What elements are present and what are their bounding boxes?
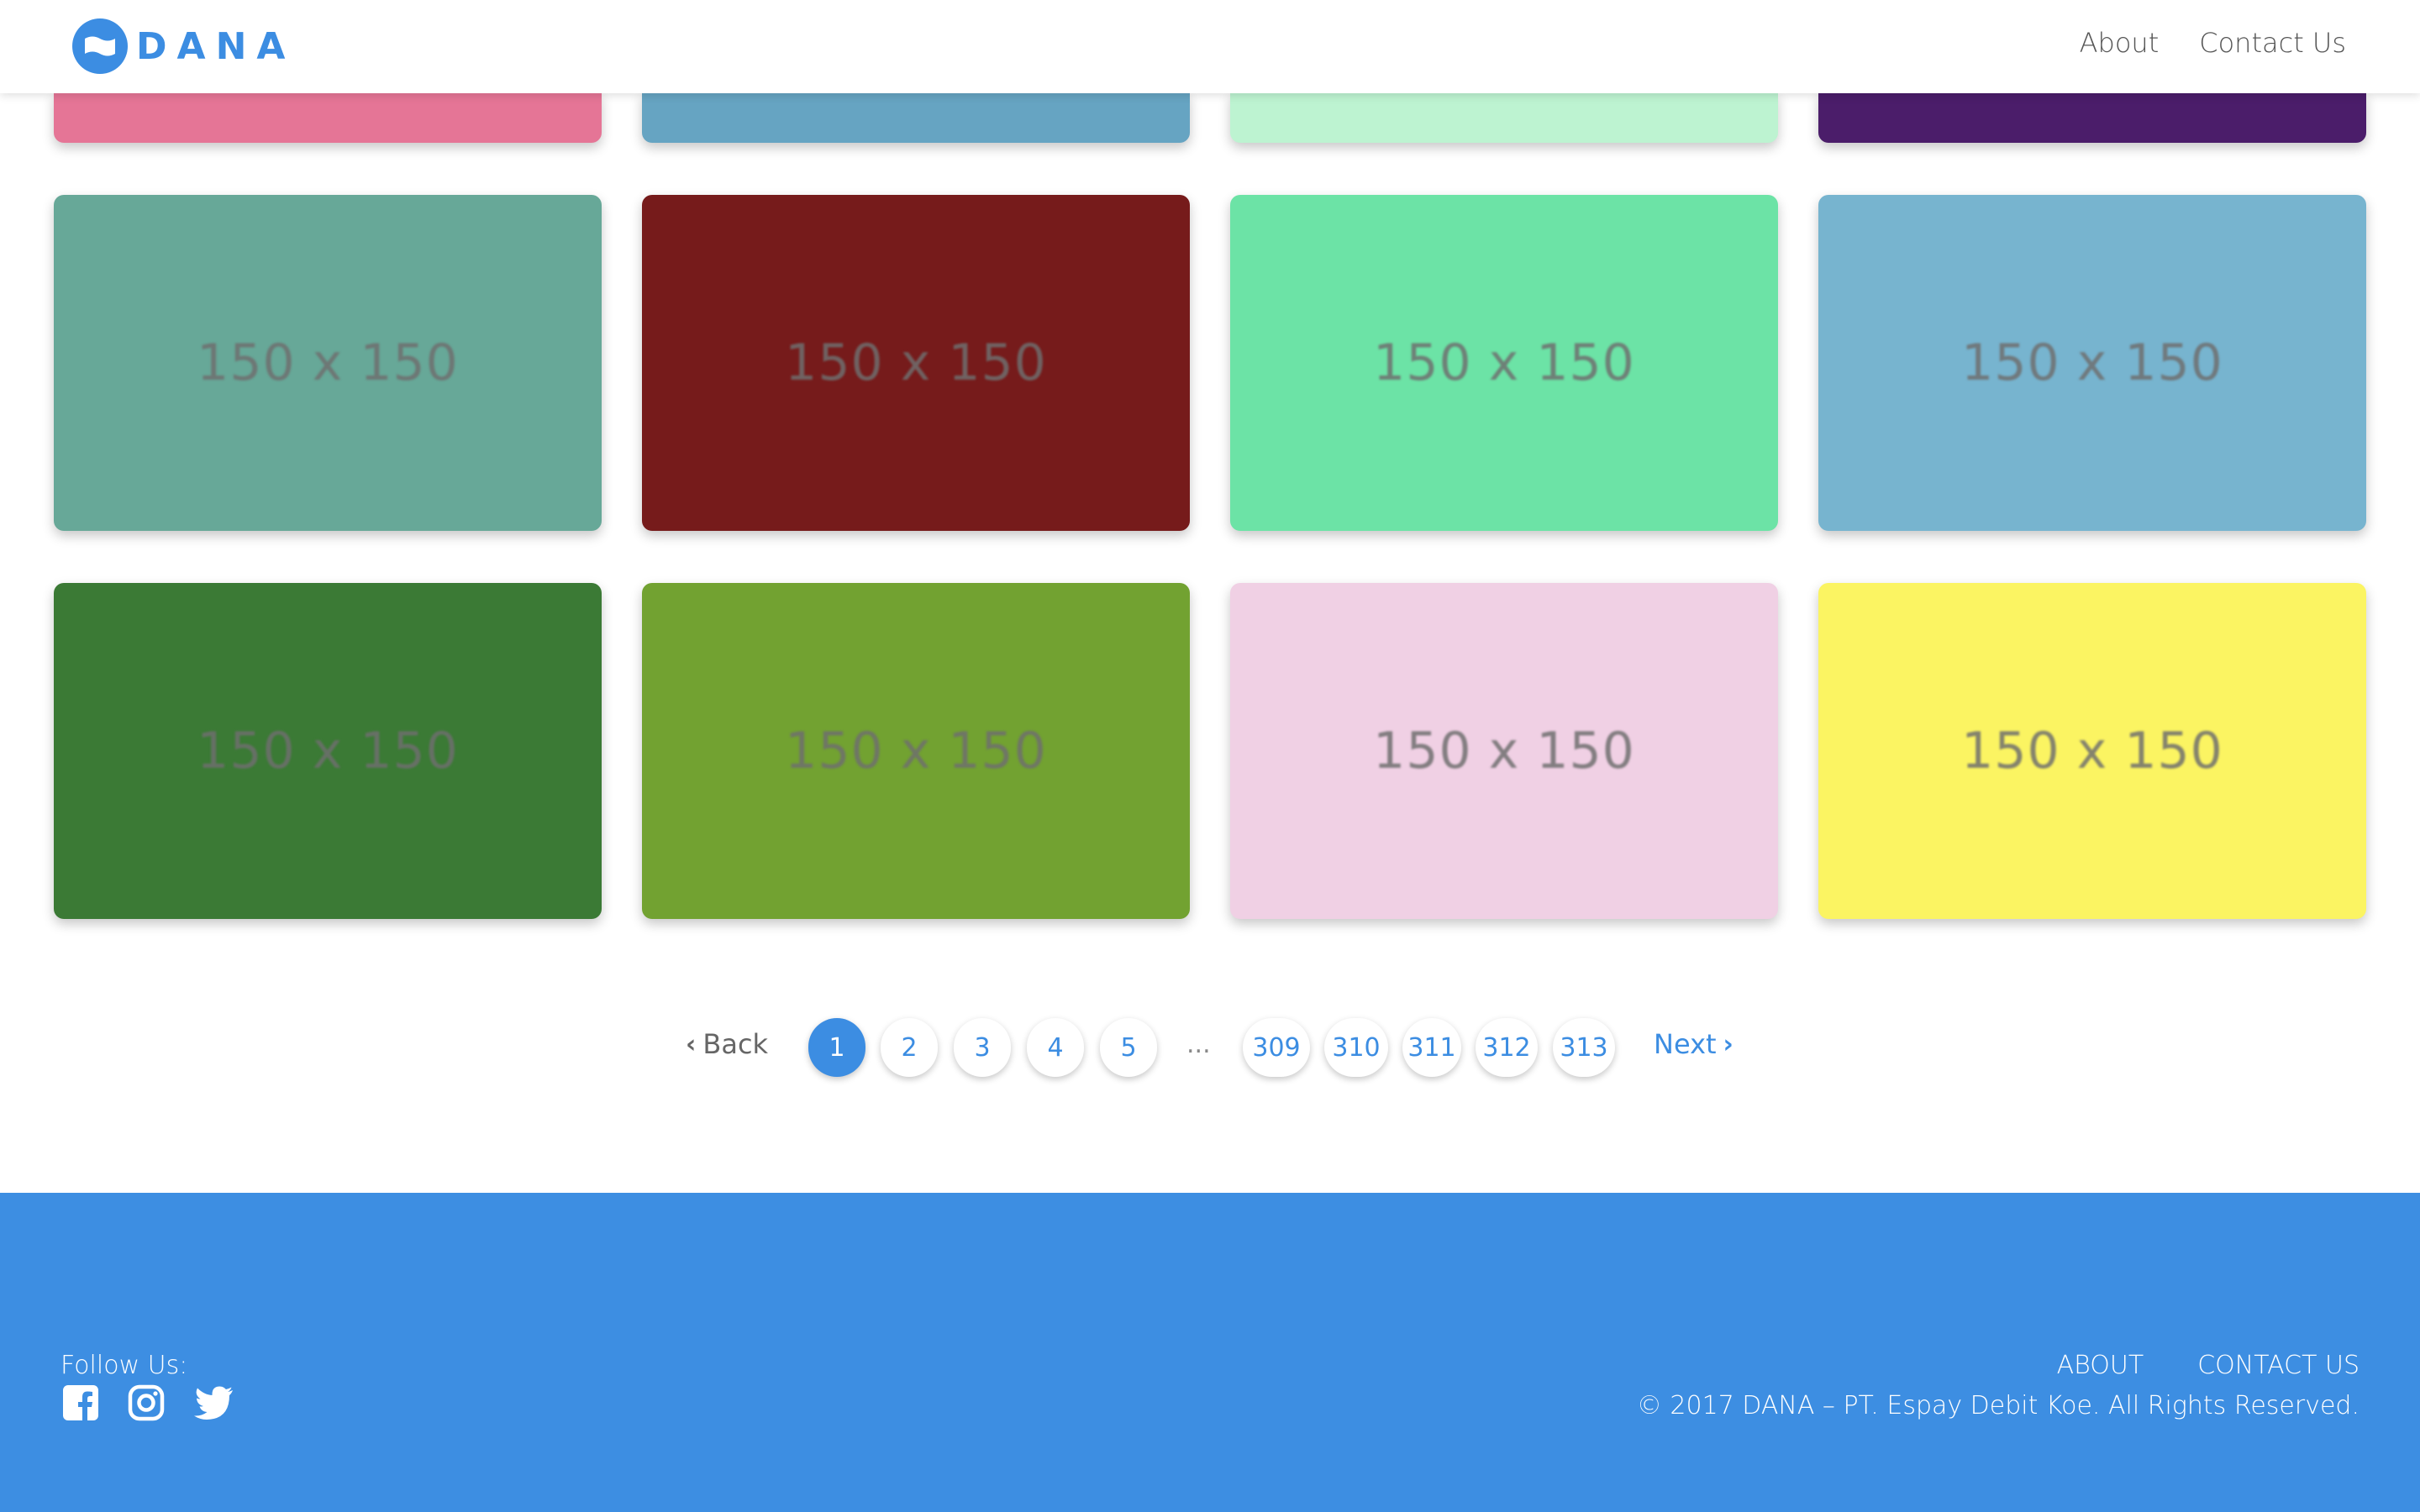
page-button[interactable]: 310 [1324, 1018, 1388, 1077]
footer-contact-link[interactable]: CONTACT US [2197, 1351, 2360, 1380]
page-button[interactable]: 309 [1243, 1018, 1310, 1077]
tile-card[interactable]: 150 x 150 [642, 583, 1190, 919]
facebook-icon[interactable] [62, 1384, 99, 1421]
tile-placeholder-label: 150 x 150 [1373, 722, 1635, 780]
logo-text: DANA [136, 24, 296, 68]
tile-card[interactable] [642, 92, 1190, 143]
site-header: DANA About Contact Us [0, 0, 2420, 93]
footer-links: ABOUT CONTACT US [2057, 1351, 2360, 1380]
page-button[interactable]: 5 [1100, 1018, 1157, 1077]
page-button[interactable]: 2 [881, 1018, 938, 1077]
tile-card[interactable] [1230, 92, 1778, 143]
tile-card[interactable]: 150 x 150 [54, 583, 602, 919]
tile-card[interactable]: 150 x 150 [54, 195, 602, 531]
page-button-current[interactable]: 1 [808, 1018, 865, 1077]
instagram-icon[interactable] [128, 1384, 165, 1421]
tile-card[interactable] [1818, 92, 2366, 143]
tile-card[interactable]: 150 x 150 [642, 195, 1190, 531]
twitter-icon[interactable] [193, 1386, 234, 1420]
tile-card[interactable] [54, 92, 602, 143]
tile-placeholder-label: 150 x 150 [197, 333, 459, 392]
tile-placeholder-label: 150 x 150 [1961, 333, 2223, 392]
social-links [62, 1384, 234, 1421]
tile-placeholder-label: 150 x 150 [1961, 722, 2223, 780]
tile-card[interactable]: 150 x 150 [1230, 583, 1778, 919]
chevron-left-icon: ‹ [686, 1029, 697, 1059]
footer-about-link[interactable]: ABOUT [2057, 1351, 2144, 1380]
next-label: Next [1654, 1028, 1717, 1060]
tile-placeholder-label: 150 x 150 [785, 333, 1047, 392]
tile-card[interactable]: 150 x 150 [1818, 195, 2366, 531]
dana-logo-icon [72, 18, 128, 74]
pagination: ‹ Back 1 2 3 4 5 ... 309 310 311 312 313… [0, 1018, 2420, 1079]
page-button[interactable]: 4 [1027, 1018, 1084, 1077]
tile-placeholder-label: 150 x 150 [197, 722, 459, 780]
tile-card[interactable]: 150 x 150 [1230, 195, 1778, 531]
chevron-right-icon: › [1723, 1029, 1733, 1059]
tile-card[interactable]: 150 x 150 [1818, 583, 2366, 919]
copyright-text: © 2017 DANA – PT. Espay Debit Koe. All R… [1636, 1391, 2360, 1420]
back-label: Back [702, 1028, 769, 1060]
follow-us-label: Follow Us: [60, 1351, 188, 1380]
nav-contact-link[interactable]: Contact Us [2199, 27, 2346, 59]
pagination-next-button[interactable]: Next › [1654, 1028, 1733, 1060]
page-button[interactable]: 311 [1402, 1018, 1461, 1077]
tile-placeholder-label: 150 x 150 [785, 722, 1047, 780]
tile-placeholder-label: 150 x 150 [1373, 333, 1635, 392]
pagination-back-button[interactable]: ‹ Back [686, 1028, 768, 1060]
nav-about-link[interactable]: About [2080, 27, 2160, 59]
top-nav: About Contact Us [2080, 27, 2346, 59]
page-button[interactable]: 312 [1476, 1018, 1538, 1077]
page-button[interactable]: 3 [954, 1018, 1011, 1077]
dana-logo[interactable]: DANA [72, 18, 295, 74]
page-button[interactable]: 313 [1553, 1018, 1615, 1077]
pagination-ellipsis: ... [1186, 1030, 1211, 1059]
site-footer: Follow Us: ABOUT CONTACT US © 2017 DANA … [0, 1193, 2420, 1512]
